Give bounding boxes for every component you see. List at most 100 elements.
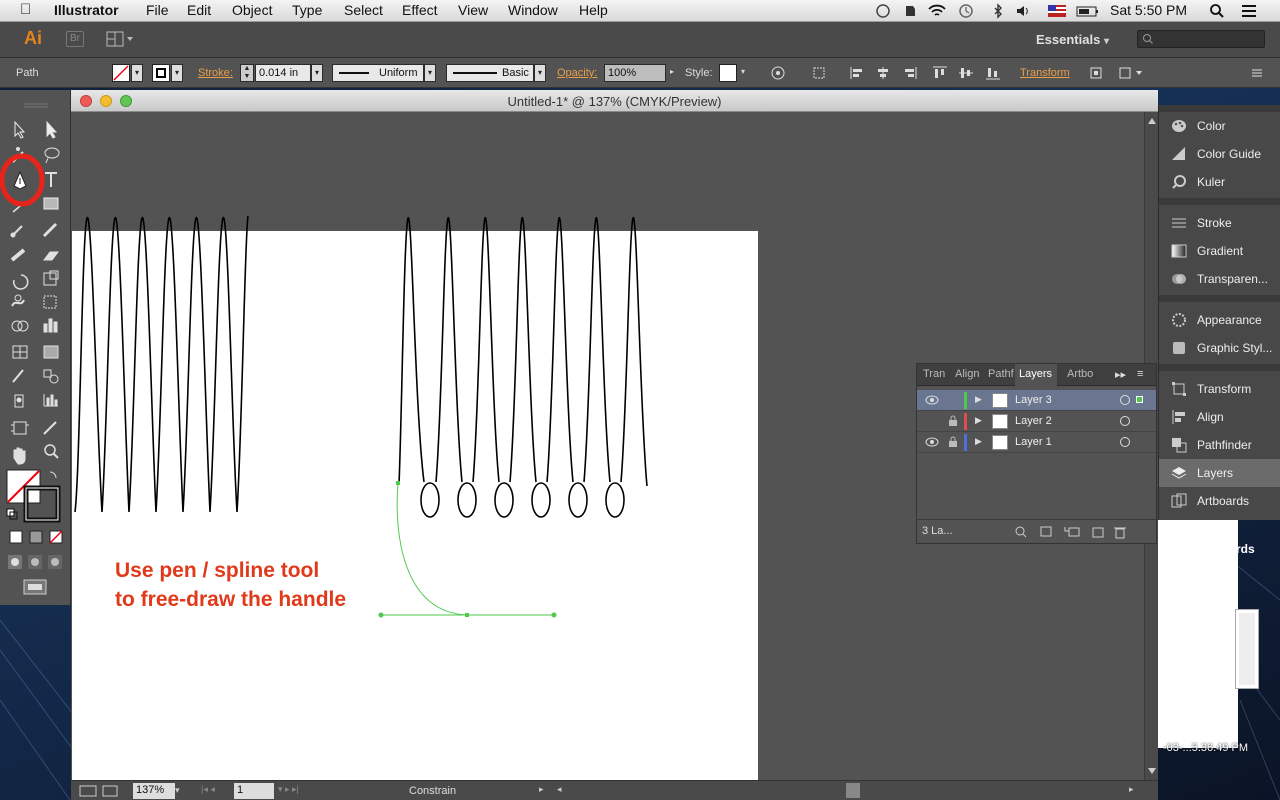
- anchor-point[interactable]: [396, 481, 400, 485]
- dock-item-layers[interactable]: Layers: [1159, 459, 1280, 487]
- menu-view[interactable]: View: [458, 2, 488, 18]
- menu-edit[interactable]: Edit: [187, 2, 211, 18]
- menubar-clock[interactable]: Sat 5:50 PM: [1110, 2, 1187, 18]
- graphic-style-swatch[interactable]: [719, 64, 737, 82]
- apple-menu-icon[interactable]: : [20, 1, 31, 18]
- stroke-weight-input[interactable]: 0.014 in: [255, 64, 311, 82]
- zoom-tool-icon[interactable]: [44, 444, 59, 459]
- battery-icon[interactable]: [1076, 3, 1100, 19]
- create-new-layer-icon[interactable]: [1092, 527, 1104, 538]
- swap-fill-stroke-icon[interactable]: [49, 471, 57, 479]
- fill-swatch[interactable]: [112, 64, 130, 82]
- comb-teeth-left[interactable]: [74, 215, 249, 513]
- dock-gripper[interactable]: [1159, 105, 1280, 112]
- blend-tool-icon[interactable]: [43, 369, 59, 384]
- pen-path-handle[interactable]: [378, 481, 557, 618]
- gradient-tool-icon[interactable]: [43, 345, 59, 359]
- align-bottom-icon[interactable]: [985, 66, 1001, 80]
- menu-file[interactable]: File: [146, 2, 169, 18]
- target-circle-icon[interactable]: [1120, 437, 1130, 447]
- wifi-icon[interactable]: [927, 3, 947, 19]
- dock-item-appearance[interactable]: Appearance: [1159, 306, 1280, 334]
- stroke-weight-dropdown[interactable]: ▾: [311, 64, 323, 82]
- first-artboard-icon[interactable]: |◂ ◂: [201, 784, 215, 795]
- dock-item-color[interactable]: Color: [1159, 112, 1280, 140]
- notification-center-icon[interactable]: [1240, 3, 1258, 19]
- align-middle-icon[interactable]: [958, 66, 974, 80]
- delete-layer-icon[interactable]: [1114, 527, 1126, 539]
- align-to-icon[interactable]: [812, 66, 828, 80]
- menu-window[interactable]: Window: [508, 2, 558, 18]
- volume-icon[interactable]: [1015, 3, 1031, 19]
- arrange-documents-icon[interactable]: [106, 31, 134, 47]
- expand-layer-icon[interactable]: ▶: [975, 394, 982, 405]
- dock-item-transform[interactable]: Transform: [1159, 375, 1280, 403]
- none-mode-icon[interactable]: [49, 530, 63, 544]
- opacity-label[interactable]: Opacity:: [557, 67, 597, 79]
- menu-type[interactable]: Type: [292, 2, 322, 18]
- tab-pathfinder[interactable]: Pathf: [988, 368, 1014, 380]
- color-mode-icon[interactable]: [9, 530, 23, 544]
- expand-layer-icon[interactable]: ▶: [975, 415, 982, 426]
- next-artboard-icon[interactable]: ▾ ▸ ▸|: [278, 784, 299, 795]
- selection-tool-icon[interactable]: [14, 120, 26, 139]
- make-clipping-mask-icon[interactable]: [1040, 526, 1052, 537]
- eraser-tool-icon[interactable]: [43, 251, 59, 261]
- paintbrush-tool-icon[interactable]: [10, 225, 23, 238]
- warp-tool-icon[interactable]: [11, 294, 25, 307]
- selection-indicator[interactable]: [1136, 396, 1143, 403]
- status-tool-label[interactable]: Constrain: [409, 785, 456, 797]
- panel-gripper-icon[interactable]: [24, 103, 48, 108]
- app-menu[interactable]: Illustrator: [54, 2, 119, 18]
- opacity-slider-arrow[interactable]: ▸: [666, 64, 678, 82]
- dock-item-color-guide[interactable]: Color Guide: [1159, 140, 1280, 168]
- graph-tool-icon[interactable]: [43, 318, 58, 333]
- stroke-weight-stepper[interactable]: ▲ ▼: [240, 64, 254, 82]
- symbol-sprayer-tool-icon[interactable]: [14, 394, 24, 408]
- draw-inside-icon[interactable]: [48, 555, 62, 569]
- panel-menu-icon[interactable]: ≡: [1137, 368, 1143, 380]
- fill-dropdown[interactable]: ▾: [131, 64, 143, 82]
- anchor-point[interactable]: [465, 613, 469, 617]
- scale-tool-icon[interactable]: [43, 270, 59, 286]
- align-center-icon[interactable]: [875, 66, 891, 80]
- expand-panel-icon[interactable]: ▸▸: [1115, 368, 1126, 381]
- direct-selection-tool-icon[interactable]: [46, 120, 58, 139]
- locate-object-icon[interactable]: [1015, 526, 1027, 538]
- profile-dropdown[interactable]: ▾: [424, 64, 436, 82]
- default-fill-stroke-icon[interactable]: [6, 508, 18, 520]
- layer-row-1[interactable]: ▶ Layer 1: [917, 432, 1156, 453]
- mesh-tool-icon[interactable]: [12, 345, 28, 359]
- column-graph-tool-icon[interactable]: [43, 394, 58, 407]
- pencil-tool-icon[interactable]: [42, 222, 58, 238]
- dock-item-kuler[interactable]: Kuler: [1159, 168, 1280, 196]
- workspace-switcher[interactable]: Essentials ▾: [1036, 32, 1109, 47]
- slice-tool-icon[interactable]: [43, 421, 57, 435]
- layer-row-2[interactable]: ▶ Layer 2: [917, 411, 1156, 432]
- menu-help[interactable]: Help: [579, 2, 608, 18]
- visibility-eye-icon[interactable]: [925, 436, 939, 448]
- screen-mode-icon[interactable]: [23, 579, 47, 595]
- dock-item-graphic-styles[interactable]: Graphic Styl...: [1159, 334, 1280, 362]
- help-search-input[interactable]: [1137, 30, 1265, 48]
- align-top-icon[interactable]: [932, 66, 948, 80]
- stroke-swatch[interactable]: [152, 64, 170, 82]
- dock-item-transparency[interactable]: Transparen...: [1159, 265, 1280, 293]
- bluetooth-icon[interactable]: [990, 3, 1006, 19]
- stroke-label[interactable]: Stroke:: [198, 67, 233, 79]
- layer-name[interactable]: Layer 2: [1015, 415, 1052, 427]
- isolate-icon[interactable]: [1088, 66, 1104, 80]
- creative-cloud-icon[interactable]: [875, 3, 891, 19]
- comb-teeth-right[interactable]: [398, 217, 648, 518]
- variable-width-profile[interactable]: Uniform: [332, 64, 424, 82]
- artboard-tool-icon[interactable]: [11, 421, 29, 435]
- gradient-mode-icon[interactable]: [29, 530, 43, 544]
- scroll-left-icon[interactable]: ◂: [557, 784, 562, 795]
- expand-layer-icon[interactable]: ▶: [975, 436, 982, 447]
- tab-align[interactable]: Align: [955, 368, 979, 380]
- align-right-icon[interactable]: [902, 66, 918, 80]
- eyedropper-tool-icon[interactable]: [12, 369, 24, 383]
- dock-item-gradient[interactable]: Gradient: [1159, 237, 1280, 265]
- lock-icon[interactable]: [948, 415, 958, 427]
- tab-artboards[interactable]: Artbo: [1067, 368, 1093, 380]
